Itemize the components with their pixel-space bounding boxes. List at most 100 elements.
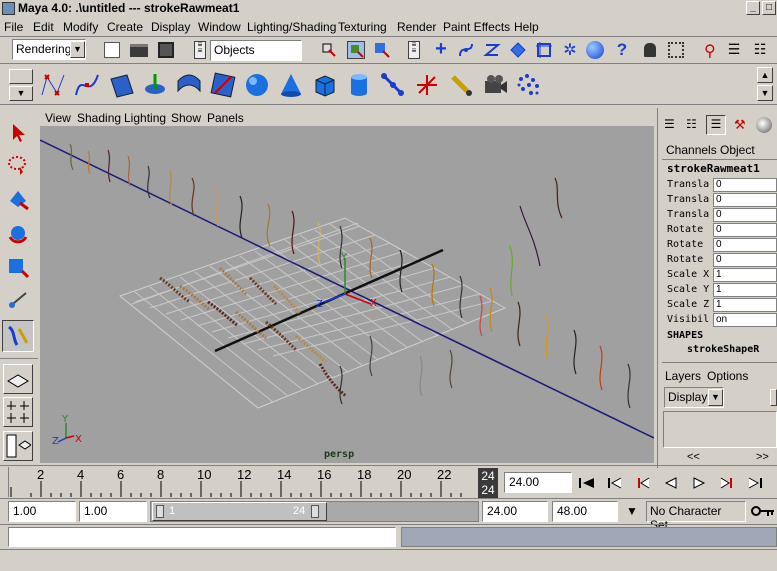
make-live-icon[interactable] [534,40,554,60]
attr-value-rotate-x[interactable]: 0 [713,223,777,237]
channel-nav-left[interactable]: << [687,451,700,463]
panel-menu-panels[interactable]: Panels [207,111,244,125]
layers-menu[interactable]: Layers [665,369,701,383]
rotate-tool-icon[interactable] [4,219,32,247]
particles-icon[interactable] [514,69,544,100]
shelf-scroll-down[interactable]: ▼ [757,85,773,101]
select-object-icon[interactable] [347,41,365,59]
single-perspective-layout-icon[interactable] [3,364,33,394]
snap-point-icon[interactable] [482,40,502,60]
select-component-icon[interactable] [374,42,390,58]
step-forward-frame-icon[interactable] [716,473,738,493]
cone-icon[interactable] [276,69,306,100]
chevron-down-icon-layers[interactable]: ▼ [708,389,723,406]
attr-value-scale-x[interactable]: 1 [713,268,777,282]
range-slider-right-grip[interactable] [311,505,319,518]
attribute-editor-icon[interactable]: ☷ [750,41,770,59]
panel-menu-show[interactable]: Show [171,111,201,125]
lock-icon[interactable] [644,43,656,57]
attr-value-translate-z[interactable]: 0 [713,208,777,222]
four-view-layout-icon[interactable] [3,397,33,427]
manipulator-tool-icon[interactable] [4,287,32,315]
key-icon[interactable] [750,502,776,520]
step-forward-key-icon[interactable] [744,473,766,493]
channel-nav-right[interactable]: >> [756,451,769,463]
go-to-start-icon[interactable] [576,473,598,493]
open-scene-icon[interactable] [130,44,148,57]
menu-file[interactable]: File [4,20,23,34]
channel-box-toggle-icon[interactable]: ☰ [664,117,680,133]
ep-curve-tool-icon[interactable] [72,69,102,100]
minimize-button[interactable]: _ [746,1,760,15]
shelf-tab-button[interactable] [9,69,33,84]
play-backward-icon[interactable] [660,473,682,493]
attr-value-rotate-y[interactable]: 0 [713,238,777,252]
range-slider-handle[interactable]: 1 24 [152,502,327,521]
menu-render[interactable]: Render [397,20,436,34]
select-hierarchy-icon[interactable] [321,42,337,58]
attr-value-rotate-z[interactable]: 0 [713,253,777,267]
panel-menu-shading[interactable]: Shading [77,111,121,125]
attr-value-visibility[interactable]: on [713,313,777,327]
menu-texturing[interactable]: Texturing [338,20,387,34]
attr-value-translate-x[interactable]: 0 [713,178,777,192]
collapse-icon[interactable]: ≡ ≡ [194,41,206,59]
attr-value-translate-y[interactable]: 0 [713,193,777,207]
render-icon[interactable] [586,41,604,59]
character-set-field[interactable]: No Character Set [646,501,746,532]
snap-grid-icon[interactable]: + [430,39,452,61]
chevron-down-icon[interactable]: ▼ [70,41,85,58]
object-tab[interactable]: Object [720,143,755,157]
panel-menu-lighting[interactable]: Lighting [124,111,166,125]
layer-editor-toggle-icon[interactable]: ☷ [686,117,702,133]
channel-box-icon[interactable]: ☰ [724,41,744,59]
channels-tab[interactable]: Channels [666,143,717,157]
menu-edit[interactable]: Edit [33,20,54,34]
menu-help[interactable]: Help [514,20,539,34]
perspective-viewport[interactable]: X Y Z Y X Z persp [40,126,654,463]
loft-icon[interactable] [174,69,204,100]
step-back-frame-icon[interactable] [632,473,654,493]
help-icon[interactable]: ? [612,40,632,60]
channel-and-layers-toggle-icon[interactable]: ☰ [706,115,726,135]
step-back-key-icon[interactable] [604,473,626,493]
playback-start-field[interactable]: 1.00 [79,501,147,522]
save-scene-icon[interactable] [158,42,174,58]
menu-modify[interactable]: Modify [63,20,98,34]
cv-curve-tool-icon[interactable] [38,69,68,100]
menu-window[interactable]: Window [198,20,241,34]
scale-tool-icon[interactable] [4,253,32,281]
shape-node-name[interactable]: strokeShapeR [687,344,759,355]
joint-tool-icon[interactable] [378,69,408,100]
menu-lighting-shading[interactable]: Lighting/Shading [247,20,336,34]
lasso-tool-icon[interactable] [4,151,32,179]
start-time-field[interactable]: 1.00 [8,501,76,522]
marquee-select-icon[interactable] [668,42,684,58]
cube-icon[interactable] [310,69,340,100]
play-forward-icon[interactable] [688,473,710,493]
menu-paint-effects[interactable]: Paint Effects [443,20,510,34]
select-tool-icon[interactable] [4,118,32,146]
menu-create[interactable]: Create [107,20,143,34]
cylinder-icon[interactable] [344,69,374,100]
menu-display[interactable]: Display [151,20,190,34]
current-frame-marker[interactable]: 24 24 [478,468,498,498]
panel-menu-view[interactable]: View [45,111,71,125]
render-globals-icon[interactable] [756,117,772,133]
shelf-menu-button[interactable]: ▼ [9,86,33,101]
new-scene-icon[interactable] [104,42,120,58]
end-time-field[interactable]: 48.00 [552,501,618,522]
camera-icon[interactable] [480,69,510,100]
maximize-button[interactable]: □ [762,1,776,15]
range-slider-left-grip[interactable] [156,505,164,518]
move-tool-icon[interactable] [4,185,32,213]
paint-effects-tool-icon[interactable] [2,320,34,352]
snap-view-plane-icon[interactable] [508,40,528,60]
tool-settings-icon[interactable]: ⚒ [734,117,750,133]
layers-options-menu[interactable]: Options [707,369,748,383]
attr-value-scale-z[interactable]: 1 [713,298,777,312]
ik-handle-icon[interactable] [412,69,442,100]
playback-end-field[interactable]: 24.00 [482,501,548,522]
shelf-scroll-up[interactable]: ▲ [757,67,773,83]
snap-curve-icon[interactable] [456,40,476,60]
